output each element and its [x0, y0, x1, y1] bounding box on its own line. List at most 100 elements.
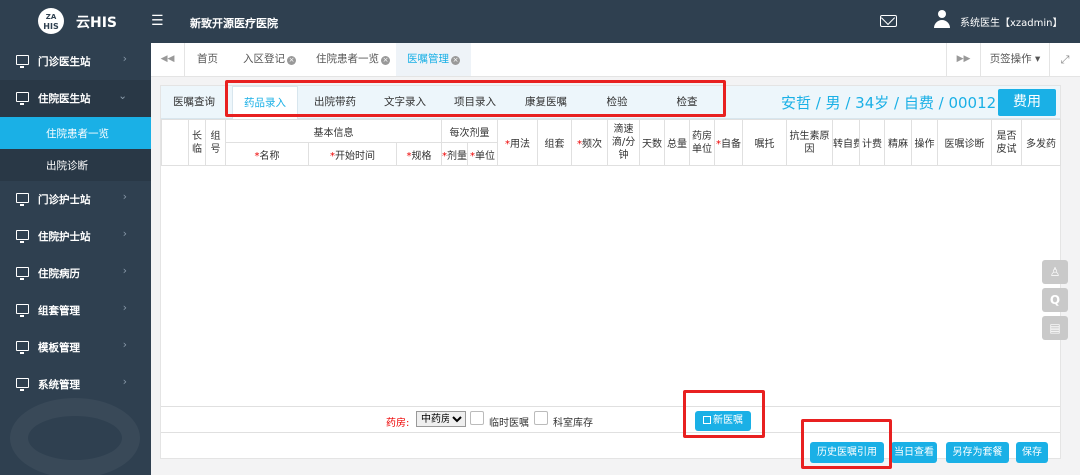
page-tab-strip: ◀◀ 首页 入区登记 × 住院患者一览 × 医嘱管理 × ▶▶ 页签操作 ▾ ⤢	[151, 43, 1080, 77]
subtab-drug-entry[interactable]: 药品录入	[232, 86, 298, 119]
content-area: 医嘱查询 药品录入 出院带药 文字录入 项目录入 康复医嘱 检验 检查 安哲 /…	[151, 77, 1080, 475]
subtab-order-query[interactable]: 医嘱查询	[165, 86, 223, 118]
col-instruction: 嘱托	[742, 119, 788, 166]
col-unit: *单位	[467, 142, 499, 166]
menu-toggle-icon[interactable]: ☰	[151, 13, 164, 29]
order-panel: 医嘱查询 药品录入 出院带药 文字录入 项目录入 康复医嘱 检验 检查 安哲 /…	[160, 85, 1062, 463]
hospital-name: 新致开源医疗医院	[190, 17, 278, 30]
col-dose: *剂量	[441, 142, 469, 166]
temp-order-checkbox[interactable]	[470, 411, 484, 425]
sidebar-item-set-management[interactable]: 组套管理 ›	[0, 292, 151, 329]
tab-inpatient-list[interactable]: 住院患者一览 ×	[316, 43, 390, 76]
nurse-icon	[16, 230, 29, 243]
user-icon[interactable]	[934, 10, 950, 30]
pharmacy-label: 药房:	[386, 418, 410, 429]
col-narcotic: 精麻	[884, 119, 913, 166]
save-as-set-button[interactable]: 另存为套餐	[946, 442, 1009, 463]
sidebar-item-inpatient-nurse[interactable]: 住院护士站 ›	[0, 218, 151, 255]
today-view-button[interactable]: 当日查看	[891, 442, 937, 463]
close-icon[interactable]: ×	[451, 56, 460, 65]
col-total: 总量	[664, 119, 691, 166]
chevron-right-icon: ›	[122, 302, 127, 314]
order-grid-header: 长临 组号 基本信息 每次剂量 *用法 组套 *频次 滴速滴/分钟 天数 总量 …	[161, 119, 1062, 166]
col-select	[161, 119, 189, 166]
col-multi-dispense: 多发药	[1021, 119, 1062, 166]
sidebar-item-inpatient-doctor[interactable]: 住院医生站 ⌄	[0, 80, 151, 117]
subtab-rehab-order[interactable]: 康复医嘱	[511, 86, 581, 118]
col-spec: *规格	[395, 142, 443, 166]
col-transfer-self-pay: 转自费	[832, 119, 861, 166]
app-title: 云HIS	[76, 15, 118, 31]
gear-icon	[16, 304, 29, 317]
col-order-diagnosis: 医嘱诊断	[937, 119, 993, 166]
order-sub-tabs: 医嘱查询 药品录入 出院带药 文字录入 项目录入 康复医嘱 检验 检查 安哲 /…	[161, 86, 1060, 119]
sidebar-item-template-management[interactable]: 模板管理 ›	[0, 329, 151, 366]
tab-order-management[interactable]: 医嘱管理 ×	[396, 43, 471, 76]
col-days: 天数	[639, 119, 666, 166]
person-icon[interactable]: ♙	[1042, 260, 1068, 284]
order-bottom-bar: 药房: 中药房 临时医嘱 科室库存 新医嘱	[161, 407, 1060, 433]
monitor-icon	[16, 267, 29, 280]
tab-scroll-left-icon[interactable]: ◀◀	[151, 43, 185, 76]
edit-icon	[703, 416, 711, 424]
dept-stock-label: 科室库存	[553, 418, 593, 429]
chevron-right-icon: ›	[122, 228, 127, 240]
sidebar-item-inpatient-records[interactable]: 住院病历 ›	[0, 255, 151, 292]
col-self-supplied: *自备	[714, 119, 744, 166]
monitor-icon	[16, 55, 29, 68]
dept-stock-checkbox[interactable]	[534, 411, 548, 425]
col-pharmacy-unit: 药房单位	[689, 119, 716, 166]
col-start-time: *开始时间	[308, 142, 397, 166]
fee-button[interactable]: 费用	[998, 89, 1056, 116]
patient-info: 安哲 / 男 / 34岁 / 自费 / 00012 /	[781, 94, 1006, 112]
chevron-down-icon: ⌄	[118, 90, 127, 102]
chevron-right-icon: ›	[122, 376, 127, 388]
col-operation: 操作	[911, 119, 939, 166]
col-frequency: *频次	[571, 119, 609, 166]
floating-tools: ♙ Q ▤	[1042, 260, 1070, 344]
col-skin-test: 是否皮试	[991, 119, 1023, 166]
tab-admission[interactable]: 入区登记 ×	[243, 43, 296, 76]
fullscreen-icon[interactable]: ⤢	[1049, 43, 1080, 76]
chevron-right-icon: ›	[122, 265, 127, 277]
query-icon[interactable]: Q	[1042, 288, 1068, 312]
sidebar-item-outpatient-nurse[interactable]: 门诊护士站 ›	[0, 181, 151, 218]
close-icon[interactable]: ×	[381, 56, 390, 65]
order-grid-body[interactable]	[161, 167, 1060, 407]
monitor-icon	[16, 92, 29, 105]
chevron-right-icon: ›	[122, 191, 127, 203]
save-button[interactable]: 保存	[1016, 442, 1048, 463]
col-antibiotic-reason: 抗生素原因	[786, 119, 834, 166]
clipboard-icon[interactable]: ▤	[1042, 316, 1068, 340]
mail-icon[interactable]	[880, 15, 897, 27]
col-group-set: 组套	[537, 119, 573, 166]
subtab-discharge-drug[interactable]: 出院带药	[301, 86, 369, 118]
chevron-right-icon: ›	[122, 53, 127, 65]
sidebar-subitem-discharge-diagnosis[interactable]: 出院诊断	[0, 149, 151, 181]
user-name[interactable]: 系统医生【xzadmin】	[960, 14, 1063, 29]
page-ops-dropdown[interactable]: 页签操作 ▾	[980, 43, 1049, 76]
subtab-item-entry[interactable]: 项目录入	[441, 86, 509, 118]
pharmacy-select[interactable]: 中药房	[416, 411, 466, 427]
tab-scroll-right-icon[interactable]: ▶▶	[946, 43, 980, 76]
app-logo: ZA HIS	[38, 8, 64, 34]
history-order-button[interactable]: 历史医嘱引用	[810, 442, 884, 463]
close-icon[interactable]: ×	[287, 56, 296, 65]
watermark-logo	[10, 398, 140, 475]
tab-home[interactable]: 首页	[197, 43, 218, 76]
subtab-lab-test[interactable]: 检验	[583, 86, 651, 118]
sidebar-submenu: 住院患者一览 出院诊断	[0, 117, 151, 181]
chevron-right-icon: ›	[122, 339, 127, 351]
sidebar-item-outpatient-doctor[interactable]: 门诊医生站 ›	[0, 43, 151, 80]
temp-order-label: 临时医嘱	[489, 418, 529, 429]
col-changlin: 长临	[188, 119, 206, 166]
new-order-button[interactable]: 新医嘱	[695, 411, 751, 431]
col-name: *名称	[225, 142, 309, 166]
subtab-exam[interactable]: 检查	[653, 86, 721, 118]
subtab-text-entry[interactable]: 文字录入	[371, 86, 439, 118]
template-icon	[16, 341, 29, 354]
sidebar-subitem-inpatient-list[interactable]: 住院患者一览	[0, 117, 151, 149]
monitor-icon	[16, 193, 29, 206]
top-bar: ZA HIS 云HIS ☰ 新致开源医疗医院 系统医生【xzadmin】	[0, 0, 1080, 43]
col-group-no: 组号	[205, 119, 226, 166]
